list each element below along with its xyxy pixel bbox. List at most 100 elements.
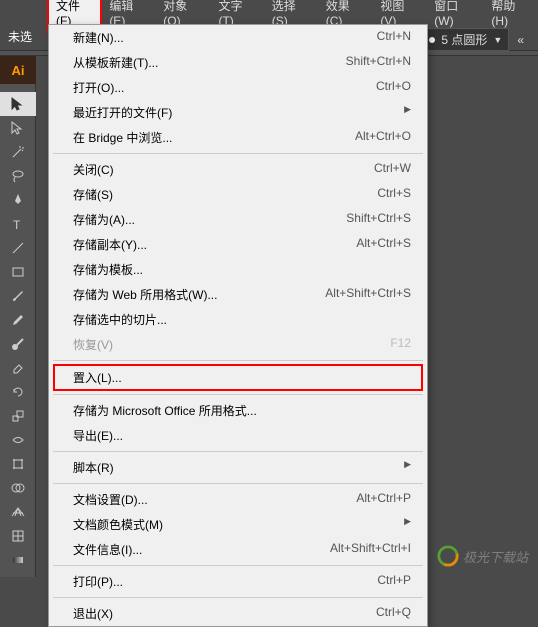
menu-item[interactable]: 在 Bridge 中浏览...Alt+Ctrl+O	[49, 125, 427, 150]
menu-shortcut: Alt+Shift+Ctrl+I	[330, 541, 411, 558]
pen-tool[interactable]	[0, 188, 36, 212]
menu-shortcut: Alt+Ctrl+P	[356, 491, 411, 508]
menu-item-label: 退出(X)	[73, 605, 376, 622]
eraser-tool[interactable]	[0, 356, 36, 380]
menu-item[interactable]: 打开(O)...Ctrl+O	[49, 75, 427, 100]
menu-item[interactable]: 文件信息(I)...Alt+Shift+Ctrl+I	[49, 537, 427, 562]
free-transform-tool[interactable]	[0, 452, 36, 476]
stroke-preview-dot	[429, 37, 435, 43]
paintbrush-tool[interactable]	[0, 284, 36, 308]
menu-separator	[53, 451, 423, 452]
scale-tool[interactable]	[0, 404, 36, 428]
mesh-tool[interactable]	[0, 524, 36, 548]
chevron-down-icon: ▼	[493, 35, 502, 45]
menu-help[interactable]: 帮助(H)	[483, 0, 538, 32]
ai-logo: Ai	[0, 56, 36, 84]
pencil-tool[interactable]	[0, 308, 36, 332]
menu-shortcut: Ctrl+W	[374, 161, 411, 178]
perspective-grid-tool[interactable]	[0, 500, 36, 524]
menu-shortcut: Shift+Ctrl+S	[346, 211, 411, 228]
menu-item-label: 导出(E)...	[73, 427, 411, 444]
stroke-preset-label: 5 点圆形	[441, 31, 487, 48]
watermark-text: 极光下载站	[463, 547, 528, 566]
type-tool[interactable]: T	[0, 212, 36, 236]
menu-item-label: 最近打开的文件(F)	[73, 104, 404, 121]
menu-item-label: 文档设置(D)...	[73, 491, 356, 508]
menu-shortcut: Alt+Ctrl+S	[356, 236, 411, 253]
chevron-right-icon: ▶	[404, 459, 411, 476]
menu-shortcut: Shift+Ctrl+N	[346, 54, 411, 71]
stroke-preset-select[interactable]: 5 点圆形 ▼	[422, 28, 509, 51]
svg-text:T: T	[13, 218, 21, 232]
menu-item[interactable]: 退出(X)Ctrl+Q	[49, 601, 427, 626]
menu-item-label: 脚本(R)	[73, 459, 404, 476]
shape-builder-tool[interactable]	[0, 476, 36, 500]
width-tool[interactable]	[0, 428, 36, 452]
lasso-tool[interactable]	[0, 164, 36, 188]
menu-separator	[53, 483, 423, 484]
menu-item[interactable]: 存储为 Web 所用格式(W)...Alt+Shift+Ctrl+S	[49, 282, 427, 307]
menu-item[interactable]: 存储为(A)...Shift+Ctrl+S	[49, 207, 427, 232]
rotate-tool[interactable]	[0, 380, 36, 404]
gradient-tool[interactable]	[0, 548, 36, 572]
rectangle-tool[interactable]	[0, 260, 36, 284]
menu-item-label: 打印(P)...	[73, 573, 377, 590]
chevron-right-icon: ▶	[404, 104, 411, 121]
menu-item-label: 存储为模板...	[73, 261, 411, 278]
selection-tool[interactable]	[0, 92, 36, 116]
direct-selection-tool[interactable]	[0, 116, 36, 140]
watermark-icon	[437, 545, 459, 567]
menu-item[interactable]: 关闭(C)Ctrl+W	[49, 157, 427, 182]
menu-item-label: 存储选中的切片...	[73, 311, 411, 328]
menu-item-label: 存储为 Microsoft Office 所用格式...	[73, 402, 411, 419]
menu-item: 恢复(V)F12	[49, 332, 427, 357]
stroke-controls: 5 点圆形 ▼ «	[422, 28, 528, 51]
menu-item[interactable]: 存储选中的切片...	[49, 307, 427, 332]
menu-item[interactable]: 存储(S)Ctrl+S	[49, 182, 427, 207]
menu-item-label: 存储为 Web 所用格式(W)...	[73, 286, 325, 303]
magic-wand-tool[interactable]	[0, 140, 36, 164]
chevron-right-icon: ▶	[404, 516, 411, 533]
menu-item[interactable]: 最近打开的文件(F)▶	[49, 100, 427, 125]
menu-item-label: 文件信息(I)...	[73, 541, 330, 558]
menu-window[interactable]: 窗口(W)	[426, 0, 483, 32]
menu-item-label: 在 Bridge 中浏览...	[73, 129, 355, 146]
menu-item-label: 存储副本(Y)...	[73, 236, 356, 253]
menu-shortcut: Alt+Shift+Ctrl+S	[325, 286, 411, 303]
menu-shortcut: F12	[390, 336, 411, 353]
line-tool[interactable]	[0, 236, 36, 260]
menu-separator	[53, 394, 423, 395]
menu-item[interactable]: 打印(P)...Ctrl+P	[49, 569, 427, 594]
menu-item[interactable]: 文档设置(D)...Alt+Ctrl+P	[49, 487, 427, 512]
menu-item[interactable]: 从模板新建(T)...Shift+Ctrl+N	[49, 50, 427, 75]
menu-item-label: 关闭(C)	[73, 161, 374, 178]
menu-item[interactable]: 脚本(R)▶	[49, 455, 427, 480]
menu-shortcut: Ctrl+S	[377, 186, 411, 203]
menu-separator	[53, 597, 423, 598]
menu-item[interactable]: 存储副本(Y)...Alt+Ctrl+S	[49, 232, 427, 257]
menu-item[interactable]: 新建(N)...Ctrl+N	[49, 25, 427, 50]
toolbox: Ai T	[0, 56, 36, 577]
menu-separator	[53, 565, 423, 566]
menu-item-label: 存储为(A)...	[73, 211, 346, 228]
menu-item[interactable]: 存储为模板...	[49, 257, 427, 282]
menu-item-label: 恢复(V)	[73, 336, 390, 353]
menu-item-label: 从模板新建(T)...	[73, 54, 346, 71]
panel-collapse-icon[interactable]: «	[513, 31, 528, 49]
menu-item[interactable]: 导出(E)...	[49, 423, 427, 448]
blob-brush-tool[interactable]	[0, 332, 36, 356]
menu-item-label: 存储(S)	[73, 186, 377, 203]
menu-shortcut: Ctrl+N	[377, 29, 411, 46]
menu-item[interactable]: 置入(L)...	[53, 364, 423, 391]
menu-item[interactable]: 文档颜色模式(M)▶	[49, 512, 427, 537]
menu-item-label: 新建(N)...	[73, 29, 377, 46]
watermark: 极光下载站	[437, 545, 528, 567]
menu-item[interactable]: 存储为 Microsoft Office 所用格式...	[49, 398, 427, 423]
file-menu-dropdown: 新建(N)...Ctrl+N从模板新建(T)...Shift+Ctrl+N打开(…	[48, 24, 428, 627]
menu-shortcut: Ctrl+O	[376, 79, 411, 96]
menu-item-label: 置入(L)...	[73, 369, 411, 386]
menu-separator	[53, 360, 423, 361]
menu-item-label: 打开(O)...	[73, 79, 376, 96]
menu-shortcut: Ctrl+P	[377, 573, 411, 590]
menu-shortcut: Alt+Ctrl+O	[355, 129, 411, 146]
